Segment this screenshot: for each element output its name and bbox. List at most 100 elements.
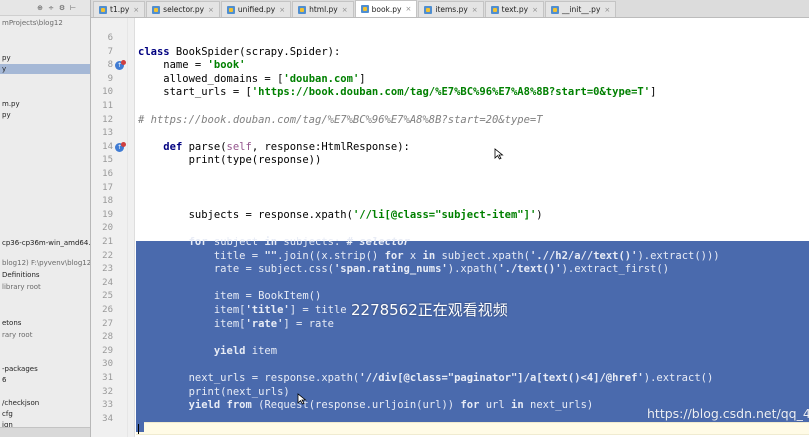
code-line[interactable]: class BookSpider(scrapy.Spider): — [138, 46, 340, 60]
line-number[interactable]: 15 — [91, 154, 113, 168]
code-line[interactable]: next_urls = response.xpath('//div[@class… — [138, 372, 714, 386]
tree-item[interactable]: m.py — [0, 99, 20, 109]
tab-init-py[interactable]: __init__.py × — [544, 1, 617, 17]
code-line[interactable]: def parse(self, response:HtmlResponse): — [138, 141, 410, 155]
code-line[interactable]: rate = subject.css('span.rating_nums').x… — [138, 263, 669, 277]
line-number[interactable]: 24 — [91, 277, 113, 291]
split-icon[interactable]: ÷ — [47, 4, 55, 12]
tab-label: text.py — [501, 5, 529, 14]
current-line-highlight — [136, 422, 809, 435]
tree-item[interactable]: py — [0, 53, 11, 63]
line-number[interactable]: 21 — [91, 236, 113, 250]
gear-icon[interactable]: ⚙ — [58, 4, 66, 12]
code-line[interactable]: item['rate'] = rate — [138, 318, 334, 332]
line-number[interactable]: 9 — [91, 73, 113, 87]
code-line[interactable]: print(type(response)) — [138, 154, 322, 168]
close-icon[interactable]: × — [208, 6, 214, 14]
line-number[interactable]: 22 — [91, 250, 113, 264]
code-line[interactable]: yield from (Request(response.urljoin(url… — [138, 399, 594, 413]
tree-item[interactable]: etons — [0, 318, 21, 328]
tab-unified-py[interactable]: unified.py × — [220, 1, 292, 17]
code-line[interactable]: # https://book.douban.com/tag/%E7%BC%96%… — [138, 114, 543, 128]
line-number[interactable]: 29 — [91, 345, 113, 359]
line-number[interactable]: 7 — [91, 46, 113, 60]
tree-item[interactable]: 6 — [0, 375, 6, 385]
code-line[interactable]: allowed_domains = ['douban.com'] — [138, 73, 365, 87]
tree-item[interactable]: library root — [0, 282, 41, 292]
tab-book-py[interactable]: book.py × — [354, 0, 418, 17]
line-number[interactable]: 23 — [91, 263, 113, 277]
code-line[interactable]: subjects = response.xpath('//li[@class="… — [138, 209, 543, 223]
code-line[interactable]: print(next_urls) — [138, 386, 290, 400]
code-line[interactable]: yield item — [138, 345, 277, 359]
tab-html-py[interactable]: html.py × — [292, 1, 354, 17]
line-number-gutter[interactable]: 6 7 8 9 10 11 12 13 14 15 16 17 18 19 20 21 22 23 24 25 26 27… — [91, 18, 135, 437]
line-number[interactable]: 11 — [91, 100, 113, 114]
tab-label: unified.py — [237, 5, 276, 14]
line-number[interactable]: 12 — [91, 114, 113, 128]
tree-item[interactable]: rary root — [0, 330, 32, 340]
tree-item[interactable]: y — [0, 64, 90, 74]
python-file-icon — [99, 5, 107, 14]
code-line[interactable]: item['title'] = title — [138, 304, 347, 318]
python-file-icon — [298, 5, 307, 14]
tab-selector-py[interactable]: selector.py × — [146, 1, 220, 17]
tree-item[interactable]: /checkjson — [0, 398, 39, 408]
tree-item[interactable]: -packages — [0, 364, 38, 374]
line-number[interactable]: 8 — [91, 59, 113, 73]
code-line[interactable]: start_urls = ['https://book.douban.com/t… — [138, 86, 656, 100]
tab-label: book.py — [371, 4, 402, 14]
code-editor[interactable]: 6 7 8 9 10 11 12 13 14 15 16 17 18 19 20 21 22 23 24 25 26 27… — [91, 18, 809, 437]
line-number[interactable]: 34 — [91, 413, 113, 427]
line-number[interactable]: 20 — [91, 222, 113, 236]
line-number[interactable]: 26 — [91, 304, 113, 318]
line-number[interactable]: 19 — [91, 209, 113, 223]
close-icon[interactable]: × — [405, 5, 411, 13]
hide-icon[interactable]: ⊢ — [69, 4, 77, 12]
tree-item[interactable]: cp36-cp36m-win_amd64.wh — [0, 238, 90, 248]
python-file-icon — [226, 5, 235, 14]
line-number[interactable]: 17 — [91, 182, 113, 196]
line-number[interactable]: 31 — [91, 372, 113, 386]
line-number[interactable]: 6 — [91, 32, 113, 46]
project-toolbar: ⊕ ÷ ⚙ ⊢ — [0, 0, 90, 16]
close-icon[interactable]: × — [532, 6, 538, 14]
tree-item[interactable]: mProjects\blog12 — [0, 18, 63, 28]
line-number[interactable]: 14 — [91, 141, 113, 155]
close-icon[interactable]: × — [604, 6, 610, 14]
code-line[interactable]: for subject in subjects: # selector — [138, 236, 410, 250]
line-number[interactable]: 16 — [91, 168, 113, 182]
code-line[interactable]: item = BookItem() — [138, 290, 321, 304]
tree-item[interactable]: py — [0, 110, 11, 120]
watermark-url: https://blog.csdn.net/qq_42227818 — [647, 406, 809, 421]
close-icon[interactable]: × — [472, 6, 478, 14]
close-icon[interactable]: × — [342, 6, 348, 14]
globe-icon[interactable]: ⊕ — [36, 4, 44, 12]
tree-item[interactable]: cfg — [0, 409, 13, 419]
tree-item[interactable]: Definitions — [0, 270, 40, 280]
tab-t1-py[interactable]: t1.py × — [93, 1, 146, 17]
line-number[interactable]: 27 — [91, 318, 113, 332]
tab-items-py[interactable]: items.py × — [418, 1, 484, 17]
tab-label: html.py — [309, 5, 338, 14]
python-file-icon — [550, 5, 559, 14]
text-caret — [138, 424, 139, 434]
python-file-icon — [424, 5, 433, 14]
close-icon[interactable]: × — [279, 6, 285, 14]
line-number[interactable]: 25 — [91, 290, 113, 304]
python-file-icon — [490, 5, 499, 14]
tab-text-py[interactable]: text.py × — [484, 1, 544, 17]
line-number[interactable]: 18 — [91, 195, 113, 209]
code-line[interactable]: title = "".join((x.strip() for x in subj… — [138, 250, 720, 264]
line-number[interactable]: 32 — [91, 386, 113, 400]
mouse-pointer-icon — [494, 148, 504, 160]
line-number[interactable]: 33 — [91, 399, 113, 413]
line-number[interactable]: 13 — [91, 127, 113, 141]
line-number[interactable]: 28 — [91, 331, 113, 345]
editor-tab-bar: t1.py × selector.py × unified.py × html.py × boo… — [91, 0, 809, 18]
close-icon[interactable]: × — [133, 6, 139, 14]
code-line[interactable]: name = 'book' — [138, 59, 245, 73]
line-number[interactable]: 30 — [91, 358, 113, 372]
line-number[interactable]: 10 — [91, 86, 113, 100]
tree-item[interactable]: blog12) F:\pyvenv\blog12\ — [0, 258, 90, 268]
